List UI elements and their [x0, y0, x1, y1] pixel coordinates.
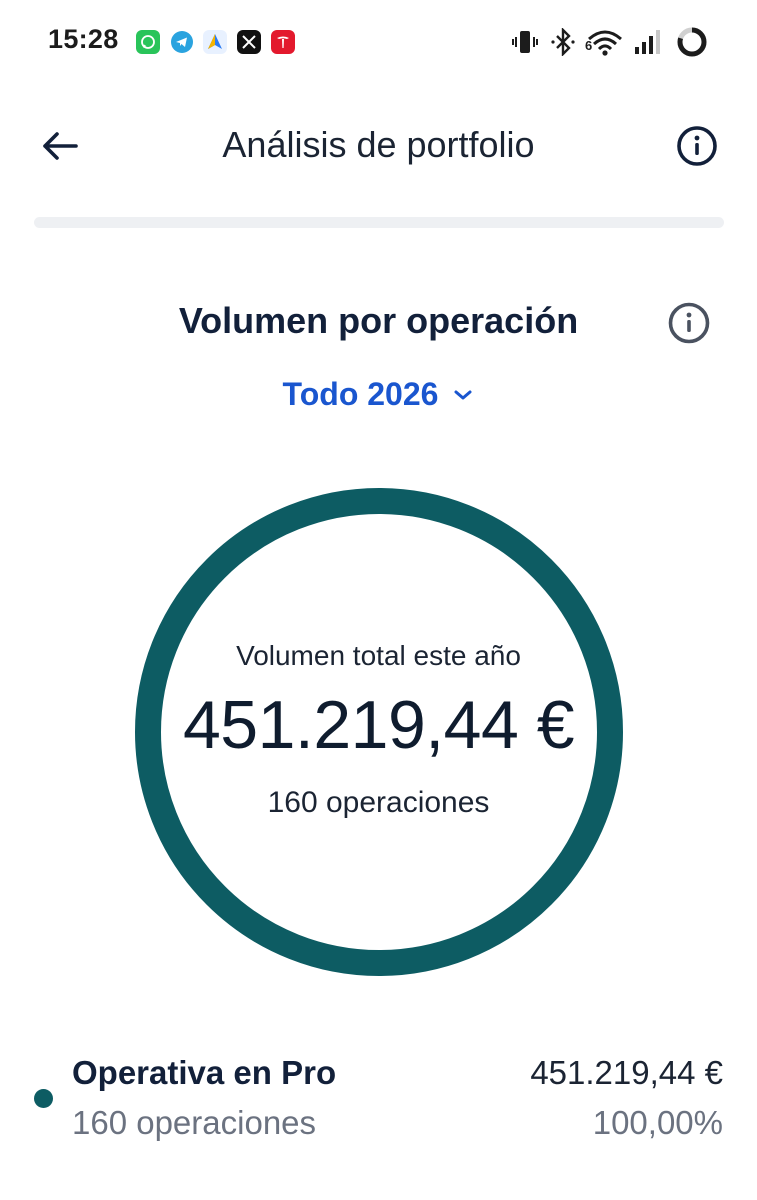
chevron-down-icon [454, 390, 472, 399]
x-icon [237, 30, 261, 54]
info-icon [668, 302, 710, 344]
info-icon [677, 126, 717, 166]
section-info-button[interactable] [664, 298, 714, 348]
battery-icon [674, 26, 710, 58]
total-volume-label: Volumen total este año [236, 640, 521, 671]
status-time: 15:28 [48, 24, 119, 54]
period-label: Todo 2026 [282, 376, 439, 412]
legend-item-percent: 100,00% [592, 1104, 723, 1141]
section-divider [34, 217, 724, 228]
telegram-icon [170, 30, 194, 54]
wifi-badge: 6 [585, 38, 593, 53]
total-volume-value: 451.219,44 € [182, 687, 575, 763]
legend-item-name[interactable]: Operativa en Pro [72, 1054, 336, 1092]
legend-color-dot [34, 1089, 53, 1108]
section-title: Volumen por operación [178, 300, 579, 341]
vibrate-icon [511, 26, 539, 58]
maps-navigation-icon [203, 30, 227, 54]
tesla-icon [271, 30, 295, 54]
signal-icon [633, 26, 663, 58]
page-title: Análisis de portfolio [222, 124, 535, 165]
bluetooth-icon [550, 26, 576, 58]
whatsapp-icon [136, 30, 160, 54]
total-operations-count: 160 operaciones [267, 786, 490, 819]
legend-item-count: 160 operaciones [72, 1104, 317, 1141]
legend-item-amount: 451.219,44 € [530, 1054, 723, 1091]
period-selector[interactable]: Todo 2026 [0, 376, 757, 413]
wifi-icon: 6 [585, 26, 625, 58]
info-button[interactable] [673, 122, 721, 170]
